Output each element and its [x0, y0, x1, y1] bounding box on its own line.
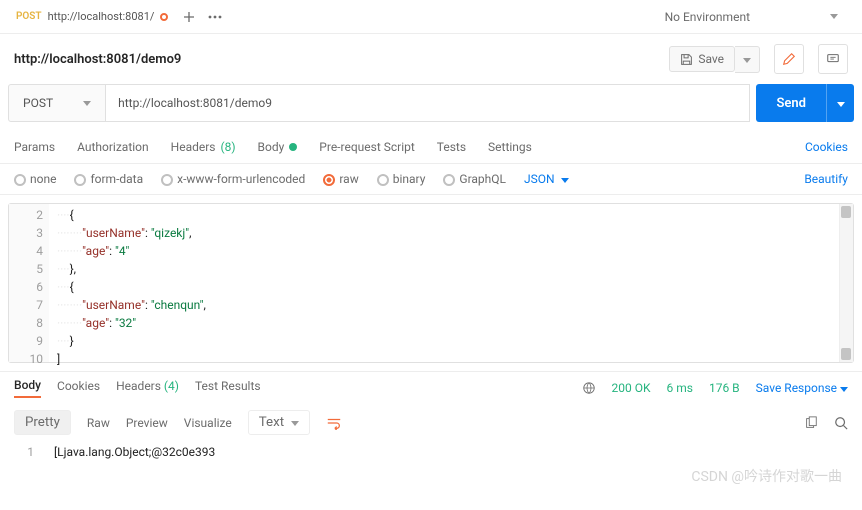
unsaved-dot-icon: [160, 13, 168, 21]
active-dot-icon: [289, 143, 297, 151]
comment-icon: [826, 52, 840, 66]
radio-icon: [74, 174, 86, 186]
response-tab-tests[interactable]: Test Results: [195, 379, 261, 397]
more-tabs-button[interactable]: [202, 4, 228, 30]
save-button[interactable]: Save: [669, 46, 735, 72]
method-selector[interactable]: POST: [8, 84, 106, 122]
tab-prerequest[interactable]: Pre-request Script: [319, 140, 414, 154]
save-options-button[interactable]: [735, 46, 760, 73]
globe-icon[interactable]: [582, 381, 596, 395]
tab-headers[interactable]: Headers (8): [171, 140, 236, 154]
request-body-editor[interactable]: 2345678910 ····{········"userName": "qiz…: [8, 203, 854, 363]
chevron-down-icon: [561, 178, 569, 183]
response-tab-cookies[interactable]: Cookies: [57, 379, 100, 397]
search-icon[interactable]: [834, 416, 848, 430]
status-code: 200 OK: [612, 381, 651, 395]
floppy-icon: [680, 53, 693, 66]
request-title: http://localhost:8081/demo9: [14, 52, 181, 67]
watermark: CSDN @吟诗作对歌一曲: [691, 466, 842, 486]
chevron-down-icon: [743, 58, 751, 63]
minimap[interactable]: [839, 204, 853, 362]
view-visualize[interactable]: Visualize: [184, 416, 232, 430]
body-type-none[interactable]: none: [14, 172, 56, 186]
tab-authorization[interactable]: Authorization: [77, 140, 149, 154]
tab-tests[interactable]: Tests: [437, 140, 466, 154]
view-raw[interactable]: Raw: [87, 416, 110, 430]
send-button[interactable]: Send: [756, 84, 826, 122]
radio-icon: [161, 174, 173, 186]
radio-icon: [443, 174, 455, 186]
cookies-link[interactable]: Cookies: [805, 140, 848, 154]
pencil-icon: [782, 52, 796, 66]
chevron-down-icon: [837, 102, 845, 107]
tab-settings[interactable]: Settings: [488, 140, 532, 154]
body-type-binary[interactable]: binary: [377, 172, 426, 186]
view-preview[interactable]: Preview: [126, 416, 168, 430]
body-type-formdata[interactable]: form-data: [74, 172, 143, 186]
beautify-link[interactable]: Beautify: [804, 172, 848, 186]
chevron-down-icon: [83, 101, 91, 106]
tab-body[interactable]: Body: [258, 140, 298, 154]
radio-icon: [14, 174, 26, 186]
environment-label: No Environment: [665, 10, 750, 24]
code-content: ····{········"userName": "qizekj",······…: [9, 204, 853, 368]
tab-params[interactable]: Params: [14, 140, 55, 154]
comment-button[interactable]: [818, 44, 848, 74]
response-line-number: 1: [14, 445, 34, 459]
tab-method: POST: [16, 11, 42, 22]
radio-icon: [377, 174, 389, 186]
chevron-down-icon: [830, 14, 838, 19]
radio-selected-icon: [323, 174, 335, 186]
edit-button[interactable]: [774, 44, 804, 74]
send-options-button[interactable]: [826, 84, 854, 122]
status-size: 176 B: [709, 381, 740, 395]
environment-selector[interactable]: No Environment: [649, 10, 854, 24]
save-response-button[interactable]: Save Response: [756, 381, 848, 395]
body-type-raw[interactable]: raw: [323, 172, 358, 186]
chevron-down-icon: [840, 387, 848, 392]
url-input[interactable]: [106, 84, 750, 122]
response-type-selector[interactable]: Text: [248, 410, 310, 435]
response-tab-body[interactable]: Body: [14, 378, 41, 398]
response-text: [Ljava.lang.Object;@32c0e393: [54, 445, 215, 459]
wrap-icon[interactable]: [326, 416, 342, 430]
tab-title: http://localhost:8081/: [48, 10, 155, 23]
copy-icon[interactable]: [804, 416, 818, 430]
body-type-xform[interactable]: x-www-form-urlencoded: [161, 172, 305, 186]
view-pretty[interactable]: Pretty: [14, 410, 71, 435]
body-format-selector[interactable]: JSON: [524, 172, 569, 186]
line-gutter: 2345678910: [9, 204, 49, 362]
add-tab-button[interactable]: [176, 4, 202, 30]
request-tab[interactable]: POST http://localhost:8081/: [8, 0, 176, 33]
chevron-down-icon: [291, 421, 299, 426]
body-type-graphql[interactable]: GraphQL: [443, 172, 506, 186]
status-time: 6 ms: [667, 381, 693, 395]
response-tab-headers[interactable]: Headers (4): [116, 379, 179, 397]
